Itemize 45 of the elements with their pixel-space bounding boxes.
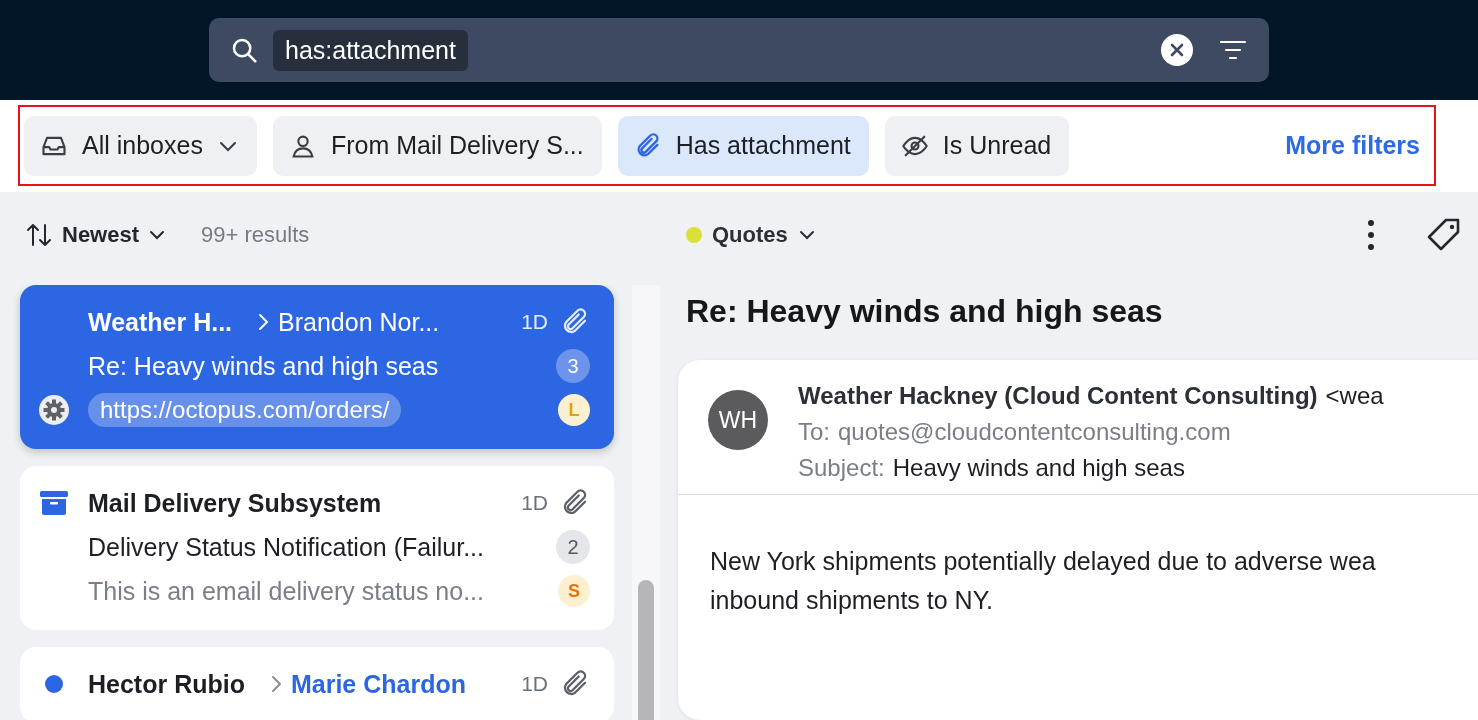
search-token: has:attachment [273,29,468,71]
subject-text: Heavy winds and high seas [892,454,1185,482]
recipient-name: Brandon Nor... [278,307,440,337]
sender-name: Mail Delivery Subsystem [88,488,382,518]
filter-chip[interactable]: All inboxes [24,115,257,176]
body-line: inbound shipments to NY. [710,586,995,615]
gear-icon [38,394,70,426]
sender-name: Hector Rubio [88,669,245,699]
sender-name: Weather H... [88,307,233,337]
from-address: <wea [1325,382,1384,410]
assignee-avatar: L [558,394,590,426]
email-title: Re: Heavy winds and high seas [686,293,1164,330]
sort-dropdown[interactable]: Newest [24,219,168,250]
search-field[interactable]: has:attachment [209,18,1269,82]
recipient-name: Marie Chardon [290,669,466,699]
label-dropdown[interactable]: Quotes [686,221,816,248]
message-card[interactable]: Hector Rubio Marie Chardon 1D [20,647,614,720]
unread-dot [45,675,63,693]
results-count: 99+ results [201,221,310,248]
message-time: 1D [521,310,548,334]
to-address: quotes@cloudcontentconsulting.com [838,418,1231,446]
tag-icon[interactable] [1426,216,1462,253]
scrollbar-thumb[interactable] [638,580,654,720]
sender-avatar: WH [708,390,768,450]
assignee-avatar: S [558,575,590,607]
body-line: New York shipments potentially delayed due to adverse wea [710,547,1377,576]
message-card[interactable]: Weather H... Brandon Nor... 1D Re: Heavy winds and high seas 3 https://octopus.com/orders/ L [20,285,614,449]
thread-count: 3 [556,349,590,383]
to-label: To: [798,418,830,446]
close-icon [1170,43,1184,57]
message-subject: Delivery Status Notification (Failur... [88,532,484,562]
filter-chip[interactable]: Has attachment [617,115,869,176]
archive-icon [39,489,69,517]
filter-chip[interactable]: Is Unread [884,115,1070,176]
message-preview: This is an email delivery status no... [88,576,484,606]
filter-chip[interactable]: From Mail Delivery S... [272,115,602,176]
message-time: 1D [521,672,548,696]
from-name: Weather Hackney (Cloud Content Consulting) [798,382,1318,410]
message-time: 1D [521,491,548,515]
subject-label: Subject: [798,454,885,482]
clear-button[interactable] [1161,34,1193,66]
thread-count: 2 [556,530,590,564]
more-filters-link[interactable]: More filters [1285,131,1420,160]
message-card[interactable]: Mail Delivery Subsystem 1D Delivery Status Notification (Failur... 2 This is an email delivery status no... S [20,466,614,630]
message-subject: Re: Heavy winds and high seas [88,351,439,381]
